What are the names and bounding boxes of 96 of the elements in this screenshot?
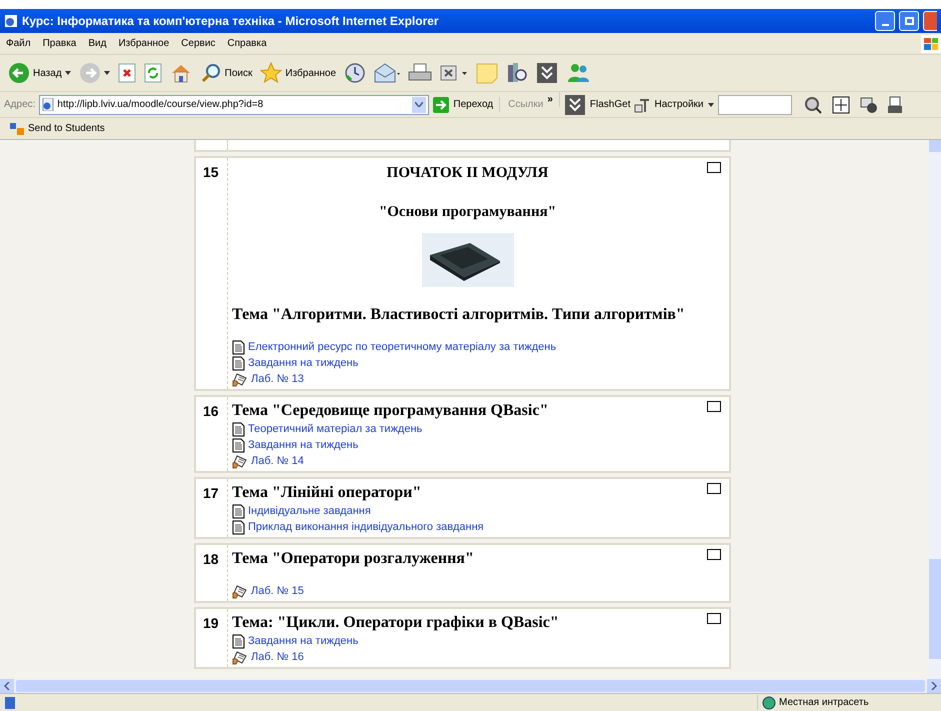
section-number: 16 [203,403,219,419]
hand-paper-icon [232,584,248,598]
resource-link[interactable]: Завдання на тиждень [248,436,358,454]
chevron-left-icon [4,682,10,690]
browser-page-icon [4,14,18,28]
address-label: Адрес: [4,98,36,112]
scroll-thumb[interactable] [929,559,941,659]
toolbar-label[interactable]: Избранное [285,66,336,80]
window-title: Курс: Інформатика та комп'ютерна техніка - Microsoft Internet Explorer [22,13,440,30]
magnifier-icon[interactable] [804,96,822,114]
topic-title: Тема: "Цикли. Оператори графіки в QBasic" [232,613,560,633]
chevron-right-icon [931,682,937,690]
resource-link[interactable]: Лаб. № 13 [251,370,304,388]
topic-title: Тема "Середовище програмування QBasic" [232,401,550,421]
document-icon [232,520,245,534]
printer-icon[interactable] [408,63,432,83]
page-icon [4,696,16,708]
menu-item[interactable]: Правка [36,36,82,51]
topic-title: Тема "Алгоритми. Властивості алгоритмів. Типи алгоритмів" [232,305,686,325]
stop-icon[interactable] [118,63,136,83]
go-button[interactable]: Переход [453,97,500,112]
menu-item[interactable]: Избранное [112,36,176,51]
resource-link[interactable]: Лаб. № 14 [251,452,304,470]
windows-icon[interactable] [860,96,878,114]
page-globe-icon [42,98,54,111]
tools-icon[interactable] [634,96,650,112]
hand-paper-icon [232,454,248,468]
refresh-icon[interactable] [144,63,162,83]
download-arrows-icon[interactable] [536,62,558,84]
scroll-left-button[interactable] [0,679,14,693]
hand-paper-icon [232,650,248,664]
menu-item[interactable]: Справка [221,36,273,51]
colored-squares-icon[interactable] [10,122,24,134]
document-icon [232,340,245,354]
toolbar-search-field[interactable] [718,94,792,114]
toolbar-label[interactable]: Поиск [224,66,252,80]
highlight-square-icon[interactable] [707,483,721,494]
download-arrows-icon[interactable] [564,94,586,116]
section-number: 18 [203,551,219,567]
more-chevron[interactable]: » [547,92,560,107]
document-icon [232,438,245,452]
windows-logo-icon [921,34,941,52]
address-field[interactable]: http://lipb.lviv.ua/moodle/course/view.php?id=8 [39,94,430,114]
resource-link[interactable]: Теоретичний матеріал за тиждень [248,420,422,438]
globe-icon [762,696,776,710]
section-number: 17 [203,485,219,501]
send-to-students-link[interactable]: Send to Students [28,121,105,136]
section-heading: ПОЧАТОК ІІ МОДУЛЯ [386,164,550,183]
section-number: 15 [203,164,219,180]
edit-document-icon[interactable] [440,64,468,82]
flashget-link[interactable]: FlashGet [590,97,630,112]
go-arrow-icon[interactable] [433,96,450,112]
menu-item[interactable]: Файл [0,36,37,51]
resource-link[interactable]: Індивідуальне завдання [248,502,371,520]
scroll-thumb[interactable] [16,680,925,692]
search-icon[interactable] [200,62,222,84]
resource-link[interactable]: Лаб. № 15 [251,582,304,600]
dropdown-caret-icon[interactable] [104,71,110,75]
topic-title: Тема "Лінійні оператори" [232,483,422,503]
close-button[interactable] [923,11,937,31]
section-number: 19 [203,615,219,631]
people-icon[interactable] [566,62,590,84]
vertical-scrollbar[interactable] [929,140,941,679]
highlight-square-icon[interactable] [707,613,721,624]
security-zone: Местная интрасеть [779,696,869,710]
highlight-square-icon[interactable] [707,549,721,560]
resource-link[interactable]: Лаб. № 16 [251,648,304,666]
resource-link[interactable]: Приклад виконання індивідуального завдання [248,518,484,536]
document-icon [232,634,245,648]
dropdown-caret-icon[interactable] [708,102,714,106]
hand-paper-icon [232,372,248,386]
topic-title: Тема "Оператори розгалуження" [232,549,475,569]
highlight-square-icon[interactable] [707,401,721,412]
restore-button[interactable] [899,11,919,31]
horizontal-scrollbar[interactable] [0,679,941,693]
section-heading: "Основи програмування" [378,202,558,222]
settings-button[interactable]: Настройки [654,97,704,112]
mail-icon[interactable] [374,63,400,83]
home-icon[interactable] [170,63,192,83]
star-icon[interactable] [260,62,282,84]
document-icon [232,422,245,436]
minimize-button[interactable] [875,11,895,31]
highlight-square-icon[interactable] [707,162,721,173]
document-icon [232,504,245,518]
dropdown-caret-icon[interactable] [64,71,71,75]
document-icon [232,356,245,370]
toolbar-label[interactable]: Назад [33,66,62,80]
books-magnifier-icon[interactable] [506,62,528,84]
printer-icon[interactable] [888,96,902,114]
menu-item[interactable]: Вид [82,36,112,51]
scroll-right-button[interactable] [927,679,941,693]
menu-item[interactable]: Сервис [175,36,222,51]
resource-link[interactable]: Електронний ресурс по теоретичному матеріалу за тиждень [248,338,556,356]
resource-link[interactable]: Завдання на тиждень [248,632,358,650]
frame-icon[interactable] [832,96,850,114]
resource-link[interactable]: Завдання на тиждень [248,354,358,372]
